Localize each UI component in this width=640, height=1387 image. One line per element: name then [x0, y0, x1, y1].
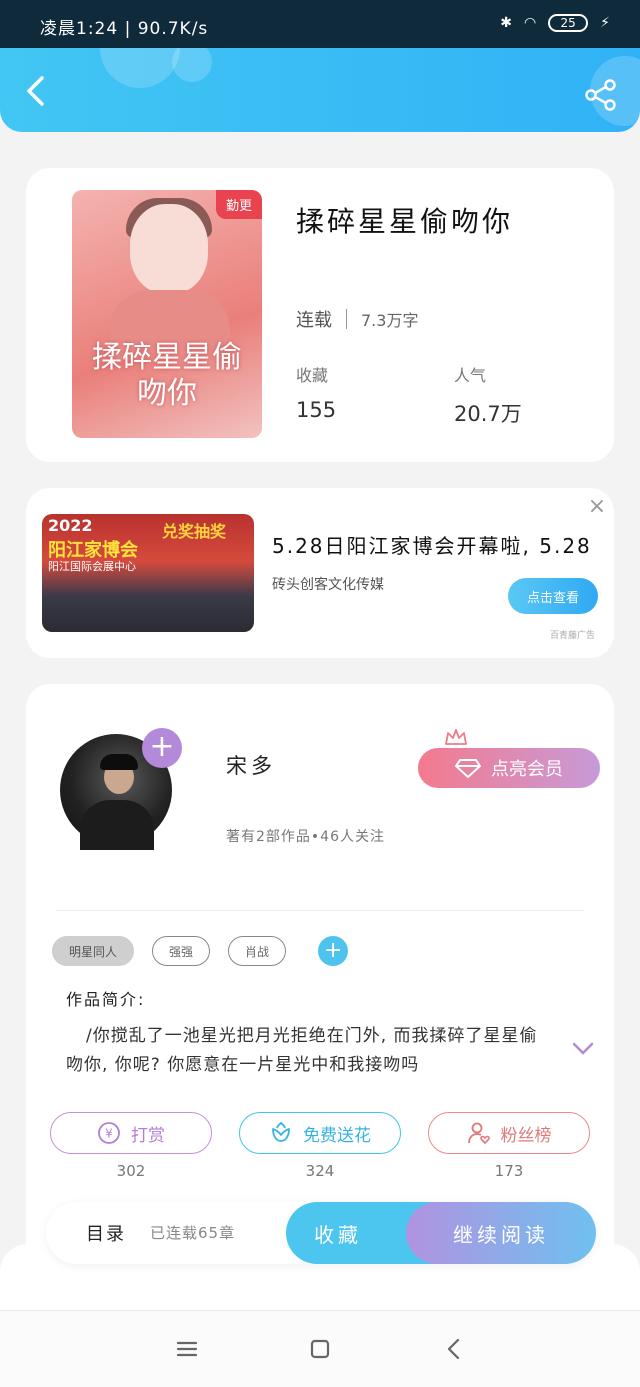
book-status: 连载	[296, 310, 332, 331]
reading-bar: 目录 已连载65章 收藏 继续阅读	[46, 1202, 596, 1264]
tag-item[interactable]: 明星同人	[52, 936, 135, 966]
book-info-card: 揉碎星星偷吻你 勤更 揉碎星星偷吻你 连载 7.3万字 收藏 155 人气 20…	[26, 168, 614, 462]
decor-bubble	[172, 48, 212, 82]
tag-list: 明星同人 强强 肖战 +	[52, 936, 349, 966]
flower-action: 免费送花 324	[239, 1112, 401, 1180]
book-cover[interactable]: 揉碎星星偷吻你 勤更	[72, 190, 262, 438]
reward-label: 打赏	[131, 1125, 165, 1146]
popularity-stat: 人气 20.7万	[454, 362, 522, 428]
word-count: 7.3万字	[361, 311, 419, 330]
action-row: ¥ 打赏 302 免费送花 324 粉丝榜 173	[50, 1112, 590, 1180]
toc-button[interactable]: 目录	[86, 1220, 126, 1246]
book-meta: 连载 7.3万字	[296, 306, 418, 332]
favorites-stat: 收藏 155	[296, 362, 336, 422]
fans-label: 粉丝榜	[500, 1125, 552, 1146]
add-tag-icon[interactable]: +	[318, 936, 349, 966]
ad-view-button[interactable]: 点击查看	[508, 578, 598, 614]
ad-source: 砖头创客文化传媒	[272, 577, 384, 593]
vip-button-label: 点亮会员	[491, 759, 563, 780]
reward-button[interactable]: ¥ 打赏	[50, 1112, 212, 1154]
app-header	[0, 48, 640, 132]
crown-icon	[445, 729, 467, 745]
ad-tag: 百青藤广告	[550, 631, 596, 641]
vip-button[interactable]: 点亮会员	[418, 748, 600, 788]
avatar-cap	[100, 754, 138, 770]
intro-title: 作品简介:	[66, 990, 146, 1009]
ad-image-banner: 兑奖抽奖	[162, 522, 227, 541]
share-icon[interactable]	[584, 78, 618, 112]
send-flower-button[interactable]: 免费送花	[239, 1112, 401, 1154]
flower-count: 324	[305, 1162, 335, 1180]
svg-text:¥: ¥	[105, 1127, 113, 1141]
home-icon[interactable]	[307, 1337, 333, 1361]
fans-count: 173	[494, 1162, 524, 1180]
battery-icon: 25	[548, 14, 589, 32]
menu-icon[interactable]	[174, 1337, 200, 1361]
decor-bubble	[100, 48, 180, 88]
chevron-down-icon[interactable]	[572, 1042, 594, 1056]
update-badge: 勤更	[215, 190, 262, 219]
continue-reading-button[interactable]: 继续阅读	[406, 1202, 596, 1264]
flower-label: 免费送花	[303, 1125, 371, 1146]
status-icons: ✱ ◠ 25 ⚡	[500, 14, 610, 32]
status-time: 凌晨1:24 | 90.7K/s	[40, 19, 209, 39]
favorites-label: 收藏	[296, 366, 329, 385]
chapter-count: 已连载65章	[150, 1224, 236, 1242]
reward-count: 302	[116, 1162, 146, 1180]
ad-image-subtitle: 阳江国际会展中心	[48, 560, 136, 573]
ad-image[interactable]: 2022 阳江家博会 阳江国际会展中心 兑奖抽奖	[42, 514, 254, 632]
follow-plus-icon[interactable]: +	[142, 728, 182, 768]
bluetooth-icon: ✱	[500, 15, 512, 31]
ad-title[interactable]: 5.28日阳江家博会开幕啦, 5.28~5.29	[272, 530, 592, 559]
fans-ranking-button[interactable]: 粉丝榜	[428, 1112, 590, 1154]
divider	[56, 910, 584, 911]
intro-text: /你搅乱了一池星光把月光拒绝在门外, 而我揉碎了星星偷吻你, 你呢? 你愿意在一…	[66, 1026, 538, 1075]
system-nav-bar	[0, 1310, 640, 1387]
author-stats: 著有2部作品•46人关注	[226, 829, 385, 845]
tag-item[interactable]: 肖战	[228, 936, 287, 966]
flower-icon	[272, 1121, 290, 1142]
back-arrow-icon[interactable]	[20, 74, 54, 108]
fans-action: 粉丝榜 173	[428, 1112, 590, 1180]
yuan-coin-icon: ¥	[98, 1122, 120, 1144]
reward-action: ¥ 打赏 302	[50, 1112, 212, 1180]
back-icon[interactable]	[442, 1337, 468, 1361]
meta-separator	[346, 309, 347, 329]
tag-item[interactable]: 强强	[152, 936, 211, 966]
cover-title: 揉碎星星偷吻你	[92, 340, 242, 411]
cover-figure-face	[130, 204, 208, 294]
close-icon[interactable]: ×	[586, 496, 608, 518]
popularity-label: 人气	[454, 366, 487, 385]
charging-icon: ⚡	[600, 15, 610, 31]
author-name[interactable]: 宋多	[226, 750, 276, 780]
ad-card[interactable]: 2022 阳江家博会 阳江国际会展中心 兑奖抽奖 5.28日阳江家博会开幕啦, …	[26, 488, 614, 658]
favorites-value: 155	[296, 398, 337, 422]
status-bar: 凌晨1:24 | 90.7K/s ✱ ◠ 25 ⚡	[0, 0, 640, 48]
avatar-shoulders	[80, 800, 154, 850]
user-heart-icon	[467, 1122, 490, 1145]
wifi-icon: ◠	[523, 15, 537, 31]
ad-image-year: 2022	[48, 516, 93, 535]
popularity-value: 20.7万	[454, 402, 522, 426]
diamond-icon	[455, 759, 481, 778]
book-title: 揉碎星星偷吻你	[296, 205, 514, 238]
